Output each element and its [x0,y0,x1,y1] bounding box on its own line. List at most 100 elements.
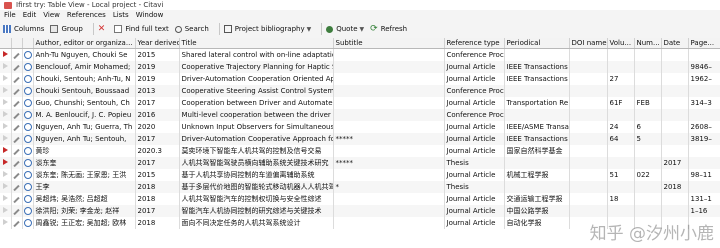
cell-doi[interactable] [569,193,608,205]
cell-date[interactable] [661,133,689,145]
cell-pages[interactable]: 3819– [688,133,720,145]
cell-doi[interactable] [569,121,608,133]
cell-title[interactable]: Unknown Input Observers for Simultaneous… [179,121,334,133]
cell-title[interactable]: Cooperation between Driver and Automated [179,97,334,109]
flag-cell[interactable] [0,169,12,181]
cell-reference-type[interactable]: Journal Article [444,133,505,145]
table-row[interactable]: Guo, Chunshi; Sentouh, Ch 2017 Cooperation… [0,97,720,109]
cell-date[interactable] [661,145,689,157]
status-cell[interactable] [22,193,34,205]
column-header-subtitle[interactable]: Subtitle [333,38,445,49]
cell-title[interactable]: Driver-Automation Cooperation Oriented A… [179,73,334,85]
cell-author[interactable]: M. A. Benloucif, J. C. Popieu [33,109,136,121]
cell-reference-type[interactable]: Journal Article [444,97,505,109]
edit-cell[interactable] [11,169,23,181]
cell-doi[interactable] [569,157,608,169]
cell-subtitle[interactable]: ***** [333,157,445,169]
cell-doi[interactable] [569,205,608,217]
status-cell[interactable] [22,205,34,217]
cell-number[interactable] [634,73,662,85]
status-cell[interactable] [22,73,34,85]
column-header-year[interactable]: Year derived [135,38,180,49]
cell-subtitle[interactable] [333,121,445,133]
cell-year[interactable]: 2013 [135,85,180,97]
menu-window[interactable]: Window [136,11,164,19]
flag-cell[interactable] [0,205,12,217]
cell-number[interactable]: 022 [634,169,662,181]
search-button[interactable]: Search [174,25,209,33]
cell-year[interactable]: 2017 [135,133,180,145]
flag-cell[interactable] [0,193,12,205]
cell-pages[interactable] [688,85,720,97]
cell-pages[interactable]: 98–11 [688,169,720,181]
cell-number[interactable] [634,205,662,217]
table-row[interactable]: Benclouof, Amir Mohamed; 2019 Cooperative … [0,61,720,73]
cell-title[interactable]: Cooperative Trajectory Planning for Hapt… [179,61,334,73]
flag-column-header[interactable] [0,38,12,49]
cell-periodical[interactable]: 交通运输工程学报 [504,193,570,205]
cell-author[interactable]: Chouki, Sentouh; Anh-Tu, N [33,73,136,85]
flag-cell[interactable] [0,121,12,133]
cell-reference-type[interactable]: Conference Proc [444,109,505,121]
flag-cell[interactable] [0,109,12,121]
status-cell[interactable] [22,121,34,133]
cell-year[interactable]: 2017 [135,157,180,169]
edit-column-header[interactable] [11,38,23,49]
cell-date[interactable]: 2017 [661,157,689,169]
table-row[interactable]: Anh-Tu Nguyen, Chouki Se 2015 Shared later… [0,48,720,61]
status-cell[interactable] [22,217,34,229]
cell-reference-type[interactable]: Conference Proc [444,48,505,61]
column-header-author[interactable]: Author, editor or organiza... [33,38,136,49]
cell-year[interactable]: 2016 [135,109,180,121]
cell-subtitle[interactable]: * [333,181,445,193]
cell-pages[interactable]: 2608– [688,121,720,133]
cell-subtitle[interactable] [333,109,445,121]
table-row[interactable]: 黄珍 2020.3 莫奕环境下智能车人机共驾的控制及信号交易 Journal Arti… [0,145,720,157]
edit-cell[interactable] [11,145,23,157]
cell-periodical[interactable]: IEEE Transactions [504,61,570,73]
table-row[interactable]: Chouki, Sentouh; Anh-Tu, N 2019 Driver-Aut… [0,73,720,85]
cell-subtitle[interactable] [333,217,445,229]
column-header-reference-type[interactable]: Reference type [444,38,505,49]
cell-pages[interactable]: 1962– [688,73,720,85]
cell-title[interactable]: 人机共驾智能汽车的控制权切换与安全性综述 [179,193,334,205]
cell-doi[interactable] [569,85,608,97]
edit-cell[interactable] [11,217,23,229]
menu-file[interactable]: File [4,11,16,19]
cell-date[interactable] [661,48,689,61]
cell-date[interactable] [661,121,689,133]
cell-subtitle[interactable] [333,205,445,217]
column-header-number[interactable]: Num... [634,38,662,49]
cell-periodical[interactable]: 中国公路学报 [504,205,570,217]
cell-reference-type[interactable]: Journal Article [444,61,505,73]
column-header-periodical[interactable]: Periodical [504,38,570,49]
status-cell[interactable] [22,145,34,157]
cell-volume[interactable] [607,61,635,73]
status-column-header[interactable] [22,38,34,49]
cell-title[interactable]: 面向不同决定任务的人机共驾系统设计 [179,217,334,229]
cell-periodical[interactable]: IEEE Transactions [504,73,570,85]
cell-author[interactable]: 周鑫锐; 王正宏; 吴加超; 欧林 [33,217,136,229]
cell-doi[interactable] [569,133,608,145]
cell-subtitle[interactable] [333,193,445,205]
cell-periodical[interactable]: Transportation Re [504,97,570,109]
cell-title[interactable]: Driver-Automation Cooperative Approach f… [179,133,334,145]
cell-doi[interactable] [569,61,608,73]
cell-doi[interactable] [569,97,608,109]
cell-subtitle[interactable] [333,73,445,85]
cell-year[interactable]: 2015 [135,169,180,181]
cell-author[interactable]: 谈东奎; 陈无画; 王家恩; 王洪 [33,169,136,181]
edit-cell[interactable] [11,48,23,61]
edit-cell[interactable] [11,205,23,217]
edit-cell[interactable] [11,109,23,121]
cell-reference-type[interactable]: Journal Article [444,205,505,217]
cell-author[interactable]: 王李 [33,181,136,193]
cell-year[interactable]: 2018 [135,217,180,229]
flag-cell[interactable] [0,145,12,157]
refresh-button[interactable]: ⟳ Refresh [370,25,407,34]
column-header-date[interactable]: Date [661,38,689,49]
cell-volume[interactable] [607,85,635,97]
cell-date[interactable] [661,73,689,85]
flag-cell[interactable] [0,61,12,73]
cell-title[interactable]: 基于人机共享协同控制的车道偏离辅助系统 [179,169,334,181]
